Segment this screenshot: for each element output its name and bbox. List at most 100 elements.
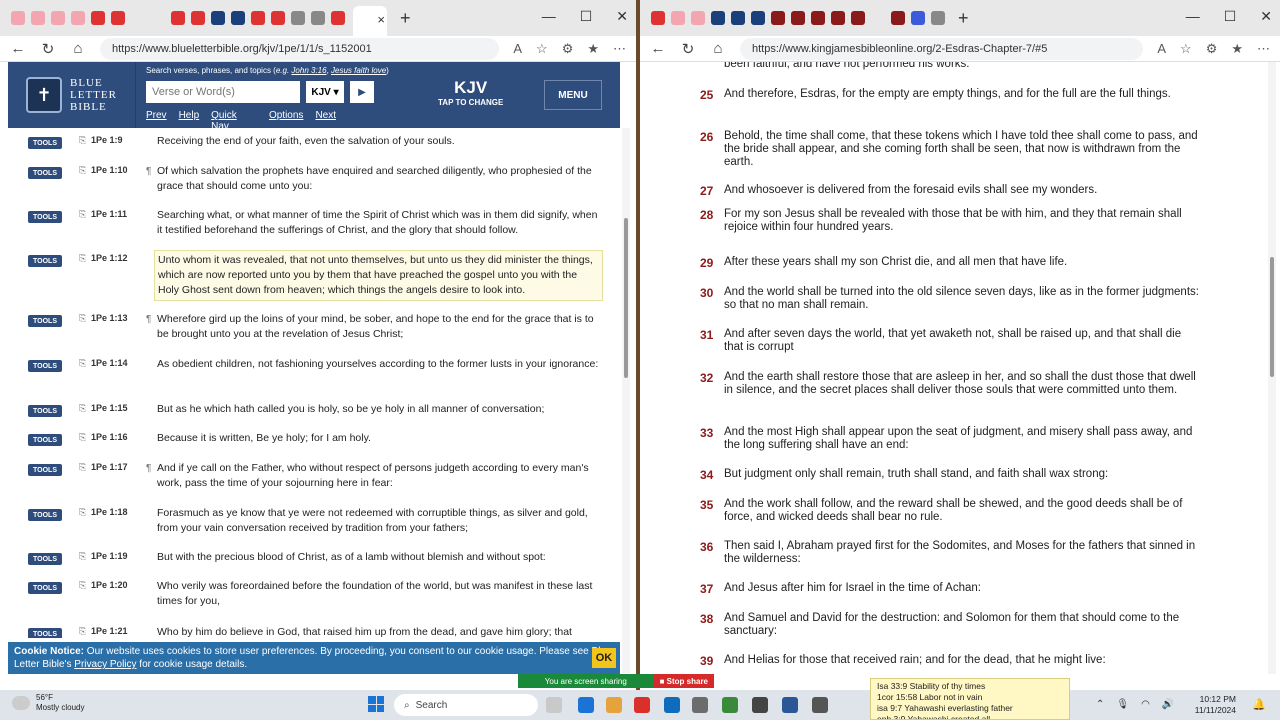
browser-tab-favicon[interactable] — [11, 11, 25, 25]
new-tab-icon[interactable]: + — [958, 8, 969, 29]
browser-tab-favicon[interactable] — [31, 11, 45, 25]
browser-tab-favicon[interactable] — [191, 11, 205, 25]
tools-button[interactable]: TOOLS — [28, 582, 62, 594]
search-go-button[interactable]: ▶ — [350, 81, 374, 103]
new-tab-icon[interactable]: + — [400, 8, 411, 29]
cookie-ok-button[interactable]: OK — [592, 648, 616, 668]
favorites-icon[interactable]: ★ — [587, 41, 599, 57]
copy-icon[interactable]: ⎘ — [79, 626, 86, 637]
taskbar-app-icon[interactable] — [546, 697, 562, 713]
verse-reference[interactable]: 1Pe 1:19 — [91, 551, 128, 561]
browser-tab-favicon[interactable] — [231, 11, 245, 25]
blb-logo[interactable]: ✝ BLUE LETTER BIBLE — [8, 62, 136, 128]
verse-reference[interactable]: 1Pe 1:15 — [91, 403, 128, 413]
verse-number[interactable]: 32 — [700, 371, 720, 385]
browser-tab-favicon[interactable] — [931, 11, 945, 25]
tools-button[interactable]: TOOLS — [28, 137, 62, 149]
verse-number[interactable]: 27 — [700, 184, 720, 198]
search-example-2[interactable]: Jesus faith love — [331, 66, 386, 75]
browser-tab-favicon[interactable] — [311, 11, 325, 25]
verse-number[interactable]: 39 — [700, 654, 720, 668]
tools-button[interactable]: TOOLS — [28, 509, 62, 521]
browser-tab-favicon[interactable] — [71, 11, 85, 25]
menu-button[interactable]: MENU — [544, 80, 602, 110]
privacy-policy-link[interactable]: Privacy Policy — [74, 659, 136, 670]
browser-tab-favicon[interactable] — [331, 11, 345, 25]
taskbar-app-icon[interactable] — [664, 697, 680, 713]
verse-number[interactable]: 34 — [700, 468, 720, 482]
right-scrollbar-thumb[interactable] — [1270, 257, 1274, 377]
stop-share-button[interactable]: ■ Stop share — [653, 674, 714, 688]
tools-button[interactable]: TOOLS — [28, 211, 62, 223]
verse-reference[interactable]: 1Pe 1:11 — [91, 209, 127, 219]
back-icon[interactable]: ← — [10, 40, 26, 57]
verse-reference[interactable]: 1Pe 1:16 — [91, 432, 128, 442]
home-icon[interactable]: ⌂ — [710, 40, 726, 57]
browser-tab-favicon[interactable] — [271, 11, 285, 25]
sticky-notes[interactable]: Isa 33:9 Stability of thy times 1cor 15:5… — [870, 678, 1070, 720]
verse-number[interactable]: 25 — [700, 88, 720, 102]
close-icon[interactable]: ✕ — [616, 8, 628, 25]
taskbar-search[interactable]: ⌕ Search — [394, 694, 538, 716]
tools-button[interactable]: TOOLS — [28, 553, 62, 565]
wifi-icon[interactable]: ◠ — [1141, 699, 1150, 710]
browser-tab-favicon[interactable] — [211, 11, 225, 25]
tools-button[interactable]: TOOLS — [28, 255, 62, 267]
verse-reference[interactable]: 1Pe 1:20 — [91, 580, 128, 590]
back-icon[interactable]: ← — [650, 40, 666, 57]
left-url-field[interactable]: https://www.blueletterbible.org/kjv/1pe/… — [100, 37, 500, 60]
taskbar-app-icon[interactable] — [752, 697, 768, 713]
browser-tab-favicon[interactable] — [891, 11, 905, 25]
read-aloud-icon[interactable]: A — [1157, 41, 1166, 56]
verse-reference[interactable]: 1Pe 1:10 — [91, 165, 128, 175]
home-icon[interactable]: ⌂ — [70, 40, 86, 57]
copy-icon[interactable]: ⎘ — [79, 209, 86, 220]
browser-tab-favicon[interactable] — [791, 11, 805, 25]
tools-button[interactable]: TOOLS — [28, 167, 62, 179]
verse-number[interactable]: 37 — [700, 582, 720, 596]
verse-number[interactable]: 38 — [700, 612, 720, 626]
browser-tab-favicon[interactable] — [91, 11, 105, 25]
volume-icon[interactable]: 🔊 — [1162, 699, 1174, 710]
taskbar-app-icon[interactable] — [606, 697, 622, 713]
maximize-icon[interactable]: ☐ — [1224, 8, 1237, 25]
taskbar-app-icon[interactable] — [634, 697, 650, 713]
tools-button[interactable]: TOOLS — [28, 405, 62, 417]
weather-widget[interactable]: 56°F Mostly cloudy — [12, 693, 84, 713]
browser-tab-favicon[interactable] — [831, 11, 845, 25]
clock[interactable]: 10:12 PM 11/11/2024 — [1195, 694, 1236, 716]
taskbar-app-icon[interactable] — [722, 697, 738, 713]
browser-tab-favicon[interactable] — [291, 11, 305, 25]
tools-button[interactable]: TOOLS — [28, 360, 62, 372]
copy-icon[interactable]: ⎘ — [79, 432, 86, 443]
reload-icon[interactable]: ↻ — [680, 40, 696, 58]
close-icon[interactable]: ✕ — [1260, 8, 1272, 25]
verse-reference[interactable]: 1Pe 1:12 — [91, 253, 128, 263]
browser-tab-favicon[interactable] — [851, 11, 865, 25]
browser-tab-favicon[interactable] — [871, 11, 885, 25]
verse-number[interactable]: 31 — [700, 328, 720, 342]
read-aloud-icon[interactable]: A — [513, 41, 522, 56]
copy-icon[interactable]: ⎘ — [79, 551, 86, 562]
verse-reference[interactable]: 1Pe 1:14 — [91, 358, 128, 368]
copy-icon[interactable]: ⎘ — [79, 358, 86, 369]
browser-tab-favicon[interactable] — [131, 11, 145, 25]
verse-reference[interactable]: 1Pe 1:17 — [91, 462, 128, 472]
browser-tab-favicon[interactable] — [51, 11, 65, 25]
tools-button[interactable]: TOOLS — [28, 315, 62, 327]
browser-tab-favicon[interactable] — [771, 11, 785, 25]
browser-tab-favicon[interactable] — [731, 11, 745, 25]
chevron-up-icon[interactable]: ⌃ — [1096, 699, 1104, 710]
search-example-1[interactable]: John 3:16 — [291, 66, 326, 75]
minimize-icon[interactable]: — — [542, 8, 556, 25]
favorite-star-icon[interactable]: ☆ — [1180, 41, 1192, 57]
copy-icon[interactable]: ⎘ — [79, 253, 86, 264]
windows-start-icon[interactable] — [368, 696, 384, 712]
verse-number[interactable]: 30 — [700, 286, 720, 300]
verse-reference[interactable]: 1Pe 1:21 — [91, 626, 128, 636]
taskbar-app-icon[interactable] — [782, 697, 798, 713]
more-menu-icon[interactable]: ⋯ — [1257, 41, 1270, 57]
notification-bell-icon[interactable]: 🔔 — [1252, 698, 1266, 711]
browser-tab-favicon[interactable] — [251, 11, 265, 25]
verse-reference[interactable]: 1Pe 1:13 — [91, 313, 128, 323]
